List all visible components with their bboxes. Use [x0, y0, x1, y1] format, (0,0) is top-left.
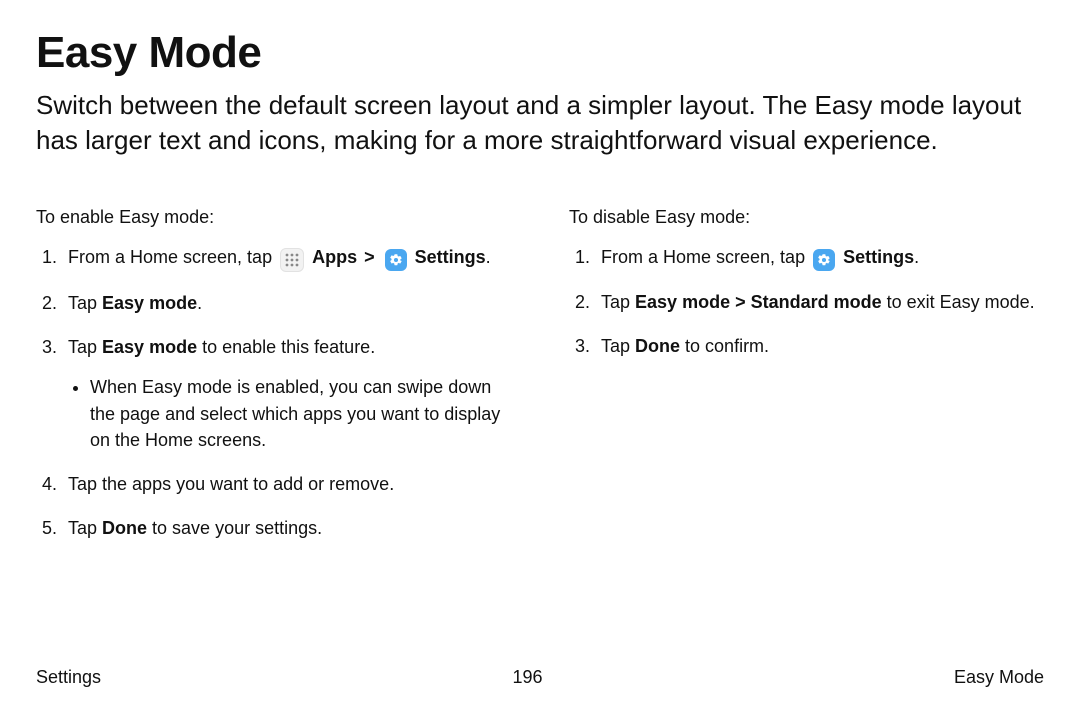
period: . — [197, 293, 202, 313]
enable-step-3: Tap Easy mode to enable this feature. Wh… — [62, 334, 511, 452]
bold-run: Easy mode — [102, 293, 197, 313]
text-run: Tap — [68, 518, 102, 538]
apps-label: Apps — [312, 247, 357, 267]
enable-step-2: Tap Easy mode. — [62, 290, 511, 316]
enable-column: To enable Easy mode: From a Home screen,… — [36, 204, 511, 559]
bold-run: Done — [635, 336, 680, 356]
text-run: From a Home screen, tap — [601, 247, 810, 267]
intro-paragraph: Switch between the default screen layout… — [36, 88, 1036, 158]
apps-icon — [280, 248, 304, 272]
period: . — [486, 247, 491, 267]
disable-step-3: Tap Done to confirm. — [595, 333, 1044, 359]
page-footer: Settings 196 Easy Mode — [36, 667, 1044, 688]
manual-page: Easy Mode Switch between the default scr… — [0, 0, 1080, 720]
enable-substeps: When Easy mode is enabled, you can swipe… — [68, 374, 511, 452]
bold-run: Done — [102, 518, 147, 538]
settings-label: Settings — [415, 247, 486, 267]
enable-step-1: From a Home screen, tap Apps > Settings. — [62, 244, 511, 272]
disable-column: To disable Easy mode: From a Home screen… — [569, 204, 1044, 559]
page-title: Easy Mode — [36, 28, 1044, 78]
text-run: to save your settings. — [147, 518, 322, 538]
text-run: Tap — [68, 337, 102, 357]
two-column-layout: To enable Easy mode: From a Home screen,… — [36, 204, 1044, 559]
enable-sub-1: When Easy mode is enabled, you can swipe… — [90, 374, 511, 452]
gear-icon — [813, 249, 835, 271]
disable-heading: To disable Easy mode: — [569, 204, 1044, 230]
enable-heading: To enable Easy mode: — [36, 204, 511, 230]
gear-icon — [385, 249, 407, 271]
footer-page-number: 196 — [512, 667, 542, 688]
settings-label: Settings — [843, 247, 914, 267]
disable-step-1: From a Home screen, tap Settings. — [595, 244, 1044, 271]
bold-run: Easy mode > Standard mode — [635, 292, 882, 312]
enable-step-4: Tap the apps you want to add or remove. — [62, 471, 511, 497]
text-run: to exit Easy mode. — [882, 292, 1035, 312]
text-run: Tap — [68, 293, 102, 313]
disable-step-2: Tap Easy mode > Standard mode to exit Ea… — [595, 289, 1044, 315]
caret-icon: > — [362, 247, 377, 267]
enable-steps: From a Home screen, tap Apps > Settings.… — [36, 244, 511, 541]
period: . — [914, 247, 919, 267]
footer-left: Settings — [36, 667, 101, 688]
disable-steps: From a Home screen, tap Settings. Tap Ea… — [569, 244, 1044, 359]
text-run: Tap — [601, 336, 635, 356]
text-run: Tap — [601, 292, 635, 312]
footer-right: Easy Mode — [954, 667, 1044, 688]
text-run: to confirm. — [680, 336, 769, 356]
enable-step-5: Tap Done to save your settings. — [62, 515, 511, 541]
text-run: From a Home screen, tap — [68, 247, 277, 267]
bold-run: Easy mode — [102, 337, 197, 357]
text-run: to enable this feature. — [197, 337, 375, 357]
